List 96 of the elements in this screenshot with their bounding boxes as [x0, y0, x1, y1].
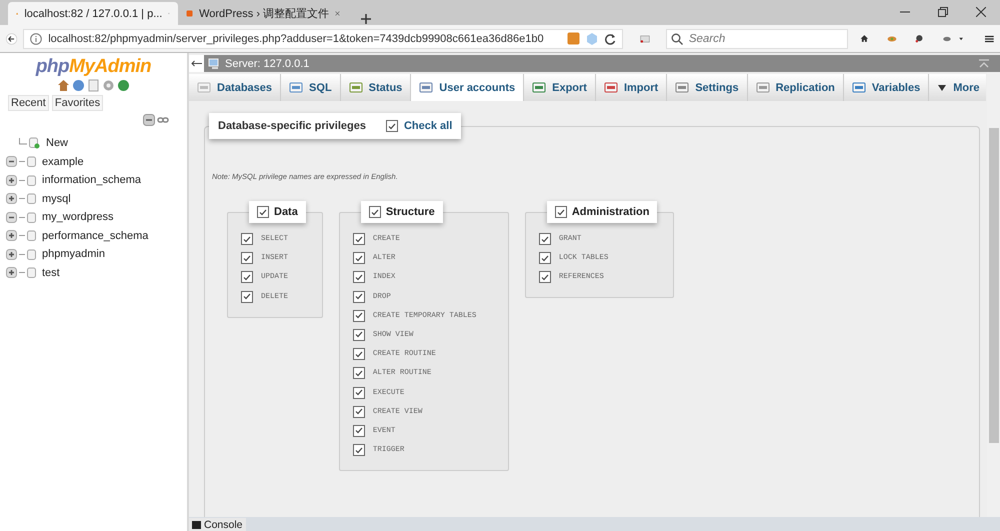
database-icon	[27, 193, 36, 204]
privilege-checkbox[interactable]	[538, 271, 551, 284]
tree-item[interactable]: my_wordpress	[42, 211, 114, 224]
database-icon	[27, 212, 36, 223]
close-icon[interactable]	[976, 7, 986, 17]
tree-item[interactable]: mysql	[42, 192, 71, 205]
close-icon[interactable]	[335, 9, 340, 18]
check-all-checkbox[interactable]	[386, 120, 398, 132]
info-icon	[30, 32, 42, 44]
privilege-checkbox[interactable]	[352, 444, 365, 456]
new-tab-icon[interactable]	[360, 13, 372, 25]
tree-item[interactable]: example	[42, 156, 84, 168]
group-checkbox[interactable]	[257, 206, 269, 218]
privilege-checkbox[interactable]	[241, 233, 253, 245]
tab-icon	[852, 81, 866, 94]
address-bar[interactable]: localhost:82/phpmyadmin/server_privileges.php?adduser=1&token=7439dcb99908c661ea36d86e1b0	[23, 28, 624, 48]
tab-icon	[348, 81, 363, 94]
privilege-checkbox[interactable]	[538, 233, 551, 245]
tab-icon	[419, 81, 434, 94]
tree-item[interactable]: phpmyadmin	[42, 248, 105, 260]
tree-connector-icon	[19, 234, 25, 238]
tab-icon	[756, 81, 770, 94]
tree-item[interactable]: test	[42, 266, 60, 279]
privilege-checkbox[interactable]	[241, 271, 253, 284]
tree-item[interactable]: New	[46, 137, 68, 150]
database-icon	[27, 267, 36, 278]
expand-icon[interactable]	[6, 174, 17, 186]
privilege-checkbox[interactable]	[241, 290, 253, 303]
server-icon	[208, 58, 221, 70]
privilege-checkbox[interactable]	[352, 310, 365, 322]
collapse-all-icon[interactable]	[143, 114, 155, 126]
database-icon	[27, 248, 36, 260]
privilege-checkbox[interactable]	[352, 328, 365, 341]
privilege-checkbox[interactable]	[241, 252, 253, 264]
privilege-checkbox[interactable]	[538, 252, 551, 264]
collapse-icon[interactable]	[6, 156, 17, 168]
expand-icon[interactable]	[6, 248, 17, 260]
sidebar-tab[interactable]: Recent	[8, 95, 49, 111]
new-database-icon[interactable]	[29, 137, 40, 150]
tree-item[interactable]: information_schema	[42, 174, 142, 186]
url-text: localhost:82/phpmyadmin/server_privileges.php?adduser=1&token=7439dcb99908c661ea36d86e1b0	[48, 32, 544, 44]
check-all-label[interactable]: Check all	[404, 120, 452, 132]
tree-item[interactable]: performance_schema	[42, 230, 148, 242]
privilege-checkbox[interactable]	[352, 271, 365, 284]
nav-tab[interactable]: Databases	[189, 74, 282, 101]
tree-connector-icon	[19, 271, 25, 274]
home-icon[interactable]	[860, 32, 869, 45]
browser-tab[interactable]: localhost:82 / 127.0.0.1 | p...	[8, 2, 178, 25]
privilege-checkbox[interactable]	[352, 406, 365, 418]
tab-icon	[604, 81, 618, 94]
caret-icon	[937, 84, 948, 92]
privilege-checkbox[interactable]	[352, 233, 365, 245]
phpmyadmin-logo[interactable]: phpMyAdmin	[0, 56, 187, 78]
tab-icon	[532, 81, 546, 94]
group-checkbox[interactable]	[368, 206, 381, 218]
privileges-title: Database-specific privileges	[218, 120, 366, 132]
search-icon	[670, 32, 683, 44]
database-icon	[27, 174, 36, 186]
group-title: Structure	[386, 206, 435, 218]
expand-icon[interactable]	[6, 193, 17, 204]
group-title: Administration	[572, 206, 650, 218]
search-field[interactable]: Search	[666, 28, 848, 48]
expand-icon[interactable]	[6, 267, 17, 278]
back-arrow-icon[interactable]	[191, 60, 202, 67]
tab-icon	[197, 81, 211, 94]
privilege-checkbox[interactable]	[352, 348, 365, 360]
tree-connector-icon	[19, 197, 25, 200]
browser-tab[interactable]: WordPress › 调整配置文件	[178, 2, 348, 25]
tab-icon	[289, 81, 304, 94]
nav-tab[interactable]: Export	[524, 74, 596, 101]
privilege-checkbox[interactable]	[352, 252, 365, 264]
tree-connector-icon	[19, 178, 25, 182]
tab-icon	[675, 81, 690, 94]
group-title: Data	[274, 206, 298, 218]
database-icon	[27, 156, 36, 168]
expand-icon[interactable]	[6, 230, 17, 242]
privilege-checkbox[interactable]	[352, 367, 365, 380]
nav-tab[interactable]: SQL	[281, 74, 341, 101]
privilege-checkbox[interactable]	[352, 386, 365, 398]
privilege-checkbox[interactable]	[352, 290, 365, 303]
tree-connector-icon	[19, 160, 25, 164]
tree-connector-icon	[19, 216, 25, 219]
database-icon	[27, 230, 36, 242]
group-checkbox[interactable]	[554, 206, 567, 218]
nav-tab[interactable]: Replication	[748, 74, 844, 101]
console-button[interactable]: Console	[189, 518, 246, 531]
privilege-checkbox[interactable]	[352, 424, 365, 437]
nav-tab[interactable]: Import	[596, 74, 668, 101]
tree-connector-icon	[19, 252, 25, 256]
restore-icon[interactable]	[938, 7, 948, 17]
collapse-icon[interactable]	[6, 212, 17, 223]
nav-tab[interactable]: Settings	[667, 74, 748, 101]
nav-tab[interactable]: User accounts	[411, 74, 524, 101]
nav-tab[interactable]: Variables	[844, 74, 930, 101]
console-icon	[192, 520, 201, 528]
sidebar-tab[interactable]: Favorites	[52, 95, 104, 111]
